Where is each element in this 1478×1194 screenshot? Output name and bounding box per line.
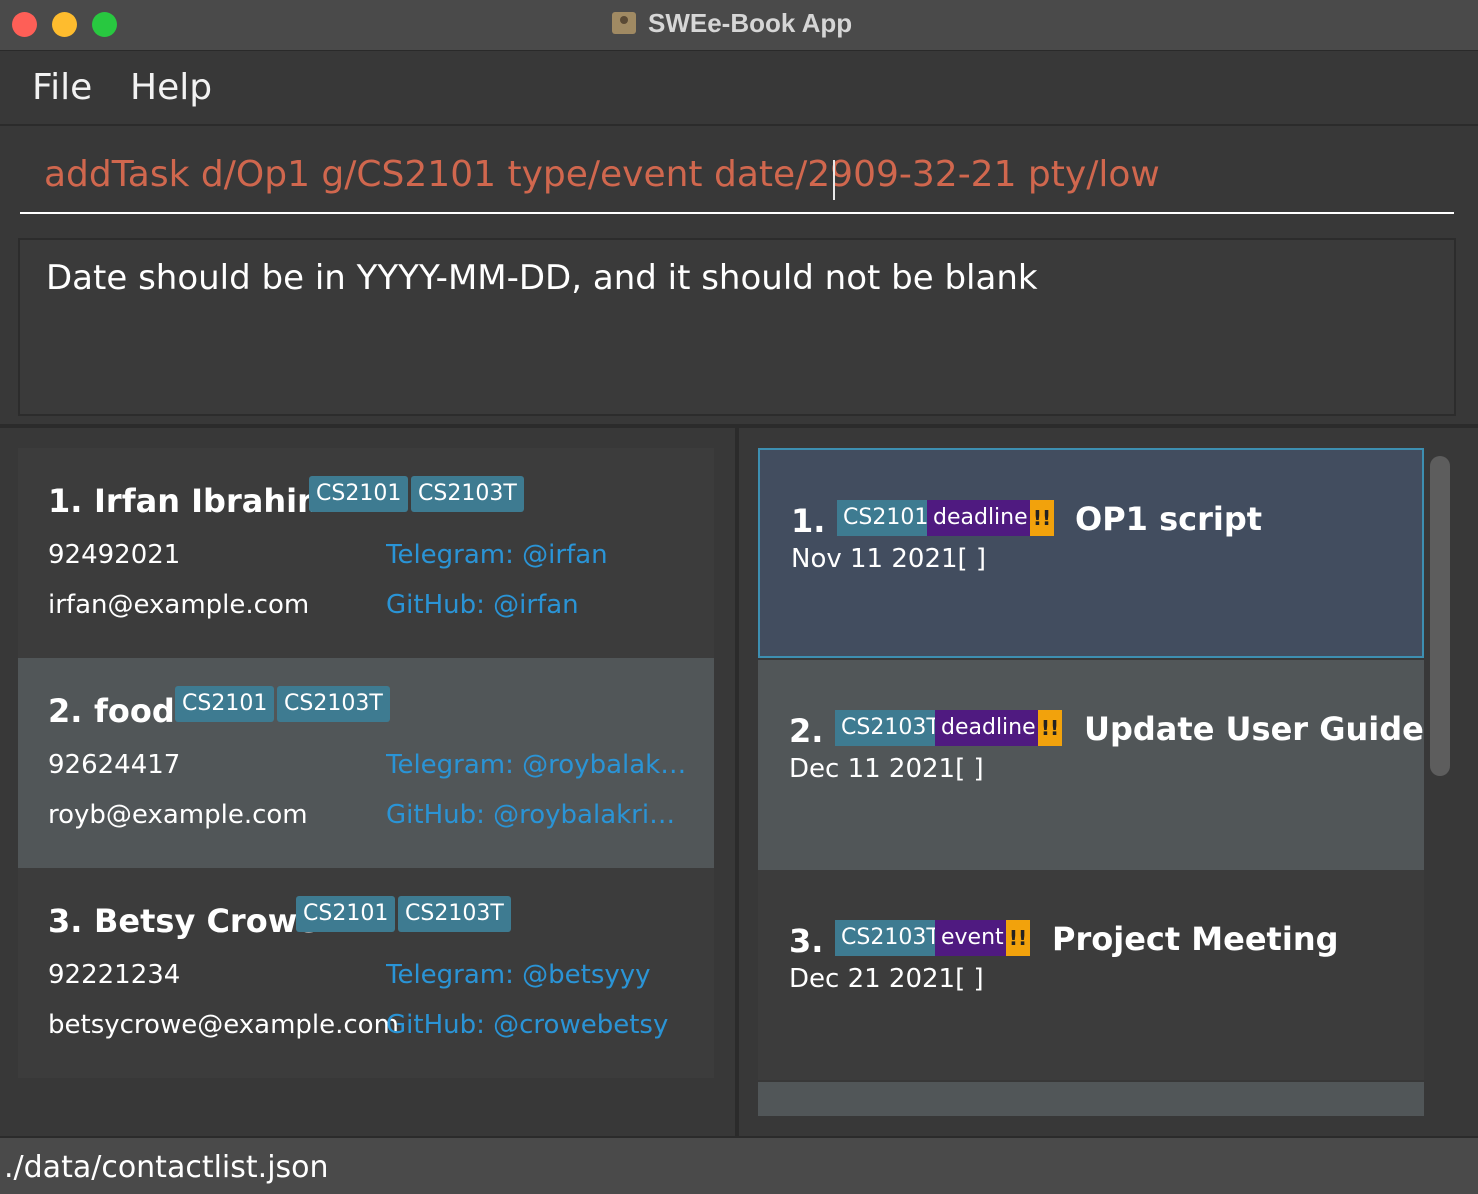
person-phone: 92624417	[48, 750, 181, 780]
task-description: OP1 script	[1075, 500, 1263, 538]
menu-bar: File Help	[0, 51, 1478, 126]
task-card-partial[interactable]	[758, 1082, 1424, 1116]
task-card[interactable]: 2. CS2103T deadline !! Update User Guide…	[758, 660, 1424, 870]
result-display: Date should be in YYYY-MM-DD, and it sho…	[18, 238, 1456, 416]
task-group-tag: CS2101	[837, 500, 935, 536]
result-message: Date should be in YYYY-MM-DD, and it sho…	[46, 258, 1038, 298]
title-bar: SWEe-Book App	[0, 0, 1478, 51]
task-list-scroll-thumb[interactable]	[1430, 456, 1450, 776]
minimize-window-button[interactable]	[52, 12, 77, 37]
task-date: Dec 11 2021[ ]	[789, 754, 984, 784]
person-github-link[interactable]: GitHub: @irfan	[386, 590, 579, 620]
panel-divider	[0, 424, 1478, 428]
menu-file[interactable]: File	[32, 67, 92, 108]
person-telegram-link[interactable]: Telegram: @betsyyy	[386, 960, 651, 990]
person-email: royb@example.com	[48, 800, 308, 830]
task-group-tag: CS2103T	[835, 920, 946, 956]
person-tag: CS2103T	[398, 896, 511, 932]
person-card[interactable]: 3. Betsy Crowe CS2101 CS2103T 92221234 T…	[18, 868, 714, 1078]
person-index: 2.	[48, 692, 83, 730]
person-email: irfan@example.com	[48, 590, 310, 620]
task-type-tag: deadline	[935, 710, 1042, 746]
person-telegram-link[interactable]: Telegram: @irfan	[386, 540, 608, 570]
task-type-tag: event	[935, 920, 1010, 956]
person-tag: CS2103T	[277, 686, 390, 722]
status-file-path: ./data/contactlist.json	[4, 1150, 329, 1185]
person-email: betsycrowe@example.com	[48, 1010, 399, 1040]
list-divider[interactable]	[735, 428, 739, 1136]
person-card[interactable]: 2. food CS2101 CS2103T 92624417 Telegram…	[18, 658, 714, 868]
task-description: Update User Guide	[1084, 710, 1424, 748]
person-tag: CS2101	[175, 686, 275, 722]
task-type-tag: deadline	[927, 500, 1034, 536]
person-phone: 92221234	[48, 960, 181, 990]
zoom-window-button[interactable]	[92, 12, 117, 37]
command-text: addTask d/Op1 g/CS2101 type/event date/2…	[44, 154, 1160, 195]
task-index: 1.	[791, 502, 826, 540]
status-bar: ./data/contactlist.json	[0, 1136, 1478, 1194]
person-tag: CS2101	[309, 476, 409, 512]
person-github-link[interactable]: GitHub: @crowebetsy	[386, 1010, 668, 1040]
task-index: 3.	[789, 922, 824, 960]
person-telegram-link[interactable]: Telegram: @roybalakrishn...	[386, 750, 688, 780]
menu-help[interactable]: Help	[130, 67, 212, 108]
task-description: Project Meeting	[1052, 920, 1339, 958]
task-card[interactable]: 3. CS2103T event !! Project Meeting Dec …	[758, 870, 1424, 1080]
text-caret	[833, 160, 835, 200]
person-tag: CS2103T	[411, 476, 524, 512]
command-input[interactable]: addTask d/Op1 g/CS2101 type/event date/2…	[20, 140, 1454, 214]
task-priority-badge: !!	[1006, 920, 1030, 956]
task-date: Dec 21 2021[ ]	[789, 964, 984, 994]
person-index: 1.	[48, 482, 83, 520]
close-window-button[interactable]	[12, 12, 37, 37]
person-name: Irfan Ibrahim	[94, 482, 331, 520]
task-date: Nov 11 2021[ ]	[791, 544, 987, 574]
task-priority-badge: !!	[1030, 500, 1054, 536]
task-card-selected[interactable]: 1. CS2101 deadline !! OP1 script Nov 11 …	[758, 448, 1424, 658]
person-card[interactable]: 1. Irfan Ibrahim CS2101 CS2103T 92492021…	[18, 448, 714, 658]
person-github-link[interactable]: GitHub: @roybalakrishnan	[386, 800, 688, 830]
person-phone: 92492021	[48, 540, 181, 570]
person-name: Betsy Crowe	[94, 902, 319, 940]
person-name: food	[94, 692, 175, 730]
task-priority-badge: !!	[1038, 710, 1062, 746]
person-tag: CS2101	[296, 896, 396, 932]
task-index: 2.	[789, 712, 824, 750]
person-index: 3.	[48, 902, 83, 940]
window-title: SWEe-Book App	[648, 8, 853, 38]
task-group-tag: CS2103T	[835, 710, 946, 746]
app-icon	[612, 12, 636, 34]
